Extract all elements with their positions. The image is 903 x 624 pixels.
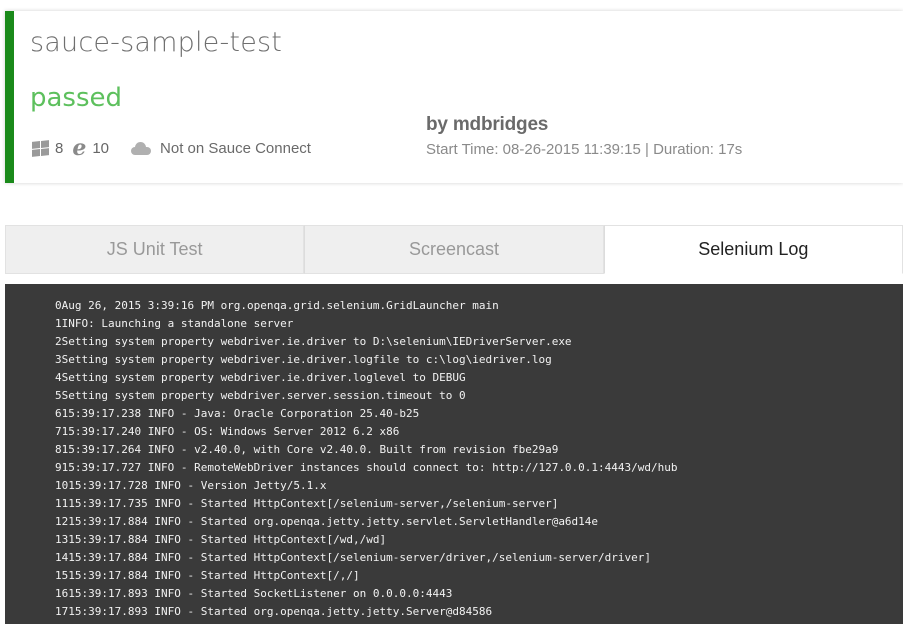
job-meta: Start Time: 08-26-2015 11:39:15 | Durati… (426, 141, 743, 158)
log-line: 1515:39:17.884 INFO - Started HttpContex… (55, 569, 360, 582)
job-owner: by mdbridges (426, 114, 549, 135)
platform-row: 8 e 10 Not on Sauce Connect (32, 137, 311, 159)
log-line: 3Setting system property webdriver.ie.dr… (55, 353, 552, 366)
tab-selenium-log[interactable]: Selenium Log (603, 225, 903, 274)
tunnel-status: Not on Sauce Connect (160, 139, 311, 157)
selenium-log-panel: 0Aug 26, 2015 3:39:16 PM org.openqa.grid… (5, 284, 903, 624)
log-line: 2Setting system property webdriver.ie.dr… (55, 335, 572, 348)
log-line: 1715:39:17.893 INFO - Started org.openqa… (55, 605, 493, 618)
test-status: passed (30, 83, 123, 113)
job-header-card: sauce-sample-test passed 8 e 10 Not on S… (5, 11, 903, 183)
tab-js-unit-test[interactable]: JS Unit Test (5, 225, 305, 274)
log-line: 1015:39:17.728 INFO - Version Jetty/5.1.… (55, 479, 327, 492)
tab-screencast[interactable]: Screencast (304, 225, 604, 274)
log-line: 915:39:17.727 INFO - RemoteWebDriver ins… (55, 461, 678, 474)
log-line: 1415:39:17.884 INFO - Started HttpContex… (55, 551, 652, 564)
log-line: 5Setting system property webdriver.serve… (55, 389, 466, 402)
test-name: sauce-sample-test (30, 27, 283, 58)
log-line: 815:39:17.264 INFO - v2.40.0, with Core … (55, 443, 559, 456)
log-line: 1315:39:17.884 INFO - Started HttpContex… (55, 533, 387, 546)
browser-version: 10 (92, 139, 110, 157)
log-line: 1615:39:17.893 INFO - Started SocketList… (55, 587, 453, 600)
log-line: 4Setting system property webdriver.ie.dr… (55, 371, 466, 384)
os-version: 8 (55, 139, 64, 157)
log-line: 1215:39:17.884 INFO - Started org.openqa… (55, 515, 599, 528)
log-line: 1INFO: Launching a standalone server (55, 317, 294, 330)
log-line: 715:39:17.240 INFO - OS: Windows Server … (55, 425, 400, 438)
log-line: 615:39:17.238 INFO - Java: Oracle Corpor… (55, 407, 420, 420)
ie-icon: e (72, 135, 87, 161)
cloud-icon (131, 142, 152, 155)
log-lines: 0Aug 26, 2015 3:39:16 PM org.openqa.grid… (55, 297, 678, 621)
log-line: 1115:39:17.735 INFO - Started HttpContex… (55, 497, 559, 510)
windows-icon (32, 139, 49, 157)
tab-bar: JS Unit Test Screencast Selenium Log (5, 225, 903, 274)
log-line: 0Aug 26, 2015 3:39:16 PM org.openqa.grid… (55, 299, 499, 312)
